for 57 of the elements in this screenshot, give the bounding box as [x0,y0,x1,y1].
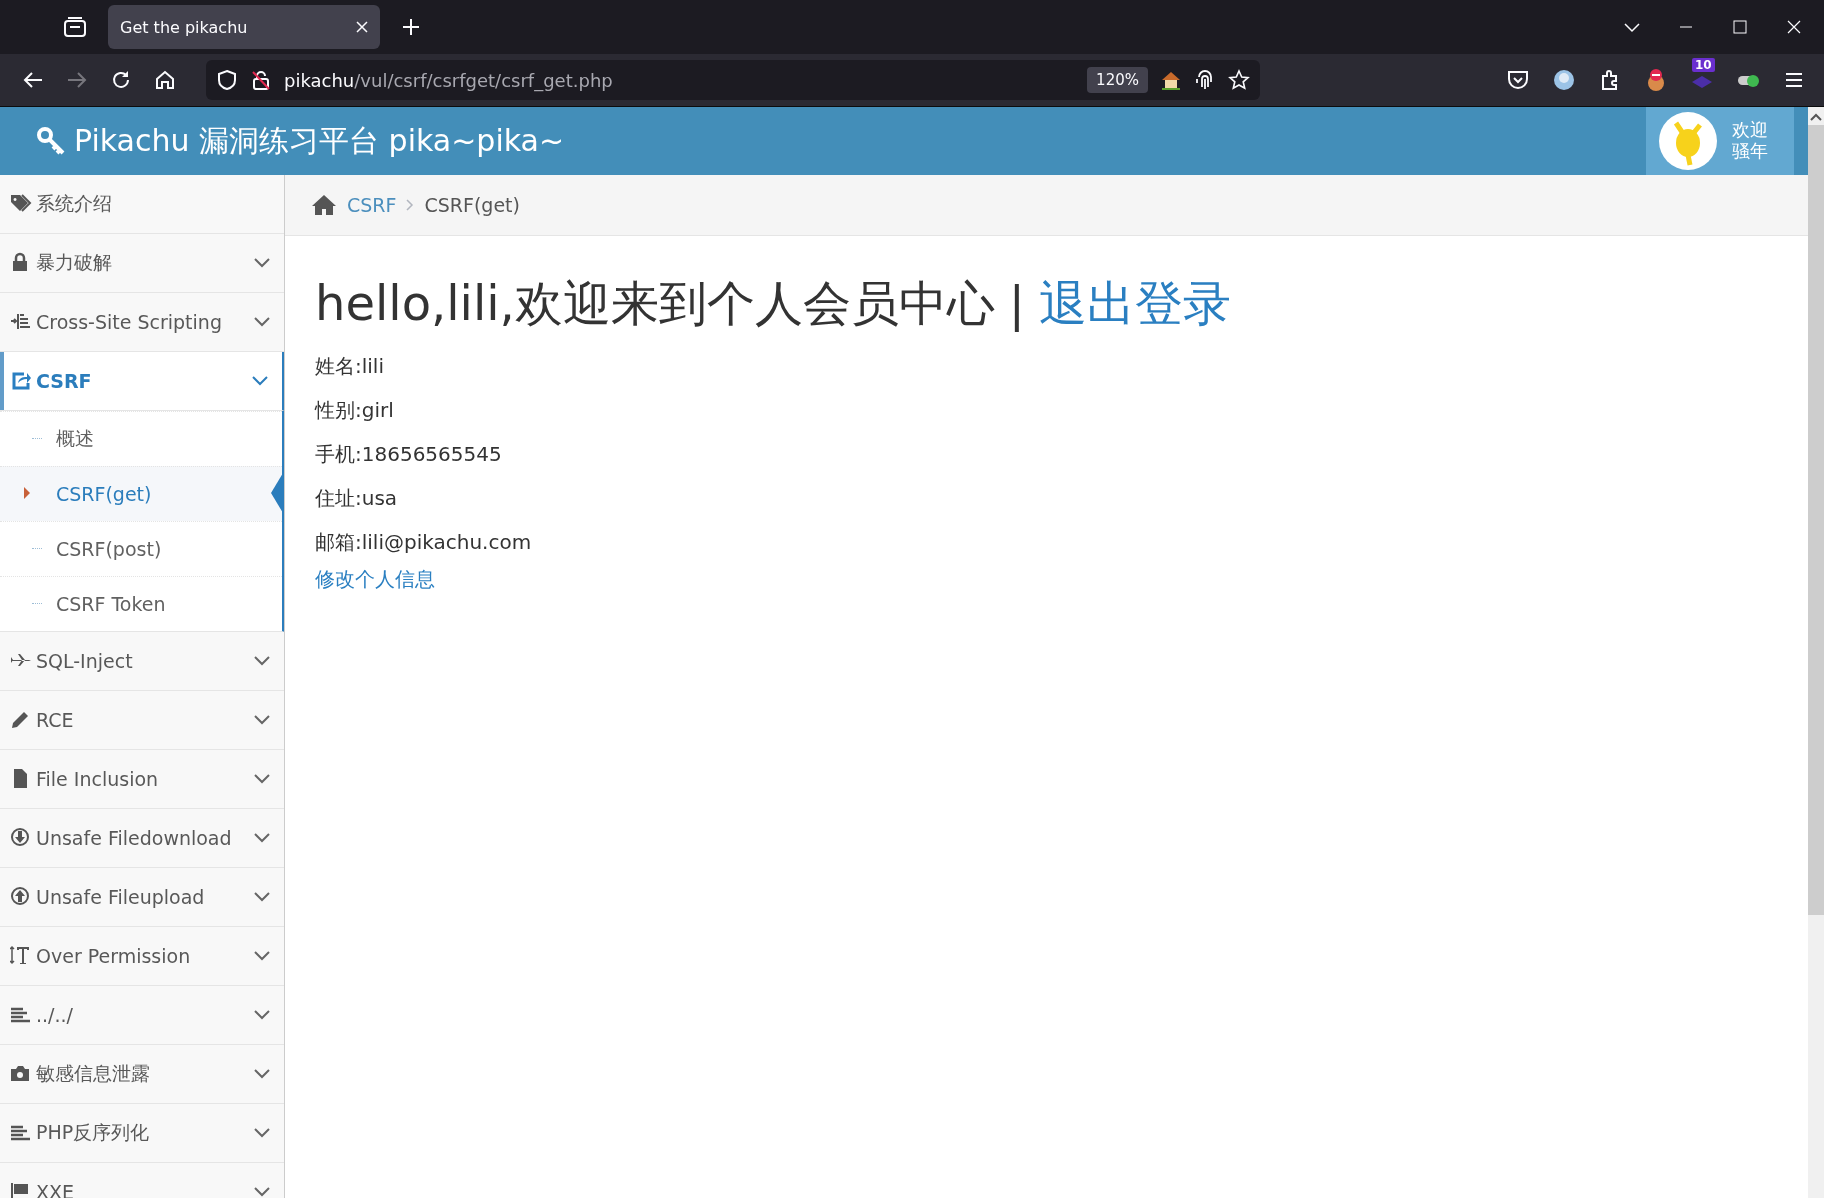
chevron-down-icon [254,951,270,961]
url-text: pikachu/vul/csrf/csrfget/csrf_get.php [284,69,614,91]
browser-tab[interactable]: Get the pikachu [108,5,380,49]
download-circle-icon [10,827,32,849]
globe-avatar-icon[interactable] [1552,68,1576,92]
star-icon[interactable] [1228,69,1250,91]
chevron-right-icon [406,199,415,211]
extension-count-badge: 10 [1692,58,1715,72]
submenu-item[interactable]: CSRF(get) [0,466,282,521]
edit-profile-link[interactable]: 修改个人信息 [315,566,435,593]
home-icon[interactable] [154,69,176,91]
chevron-down-icon [254,1187,270,1197]
chevron-down-icon [254,715,270,725]
tab-list-icon[interactable] [62,15,88,39]
share-square-icon [10,370,32,392]
home-icon[interactable] [311,194,337,216]
profile-field: 手机:18656565545 [315,432,1778,476]
breadcrumb-current: CSRF(get) [424,194,520,216]
chevron-down-icon [254,258,270,268]
heading-separator: | [1008,276,1026,332]
greeting-text: 欢迎 [1732,120,1768,141]
house-icon[interactable] [1160,69,1182,91]
chevron-down-icon [254,892,270,902]
scrollbar[interactable] [1808,107,1824,1198]
insecure-lock-icon[interactable] [250,69,272,91]
chevron-down-icon [254,774,270,784]
welcome-heading: hello,lili,欢迎来到个人会员中心 [315,274,995,333]
profile-field: 邮箱:lili@pikachu.com [315,520,1778,564]
sidebar-item[interactable]: CSRF [0,352,284,411]
chevron-down-icon [254,1128,270,1138]
new-tab-icon[interactable] [402,18,420,36]
cartoon-avatar-icon [1658,111,1718,171]
chevron-down-icon [254,1069,270,1079]
maximize-icon[interactable] [1732,19,1748,35]
close-icon[interactable] [1786,19,1802,35]
chevron-down-icon [252,376,268,386]
profile-field: 姓名:lili [315,344,1778,388]
text-height-icon [10,945,32,967]
chevron-down-icon [254,656,270,666]
profile-field: 性别:girl [315,388,1778,432]
zoom-level[interactable]: 120% [1087,67,1148,93]
shield-icon[interactable] [216,69,238,91]
chevron-down-icon [254,1010,270,1020]
close-icon[interactable] [356,21,368,33]
chevron-down-icon [254,833,270,843]
profile-field: 住址:usa [315,476,1778,520]
scroll-up-icon[interactable] [1810,113,1822,121]
key-icon [36,126,66,156]
pocket-icon[interactable] [1506,68,1530,92]
chevron-down-icon [254,317,270,327]
site-title: Pikachu 漏洞练习平台 pika~pika~ [74,121,565,160]
greeting-text: 骚年 [1732,141,1768,162]
upload-circle-icon [10,886,32,908]
logout-link[interactable]: 退出登录 [1039,272,1232,336]
caret-right-icon [24,487,30,499]
reload-icon[interactable] [110,69,132,91]
address-bar[interactable]: pikachu/vul/csrf/csrfget/csrf_get.php 120% [206,60,1260,100]
